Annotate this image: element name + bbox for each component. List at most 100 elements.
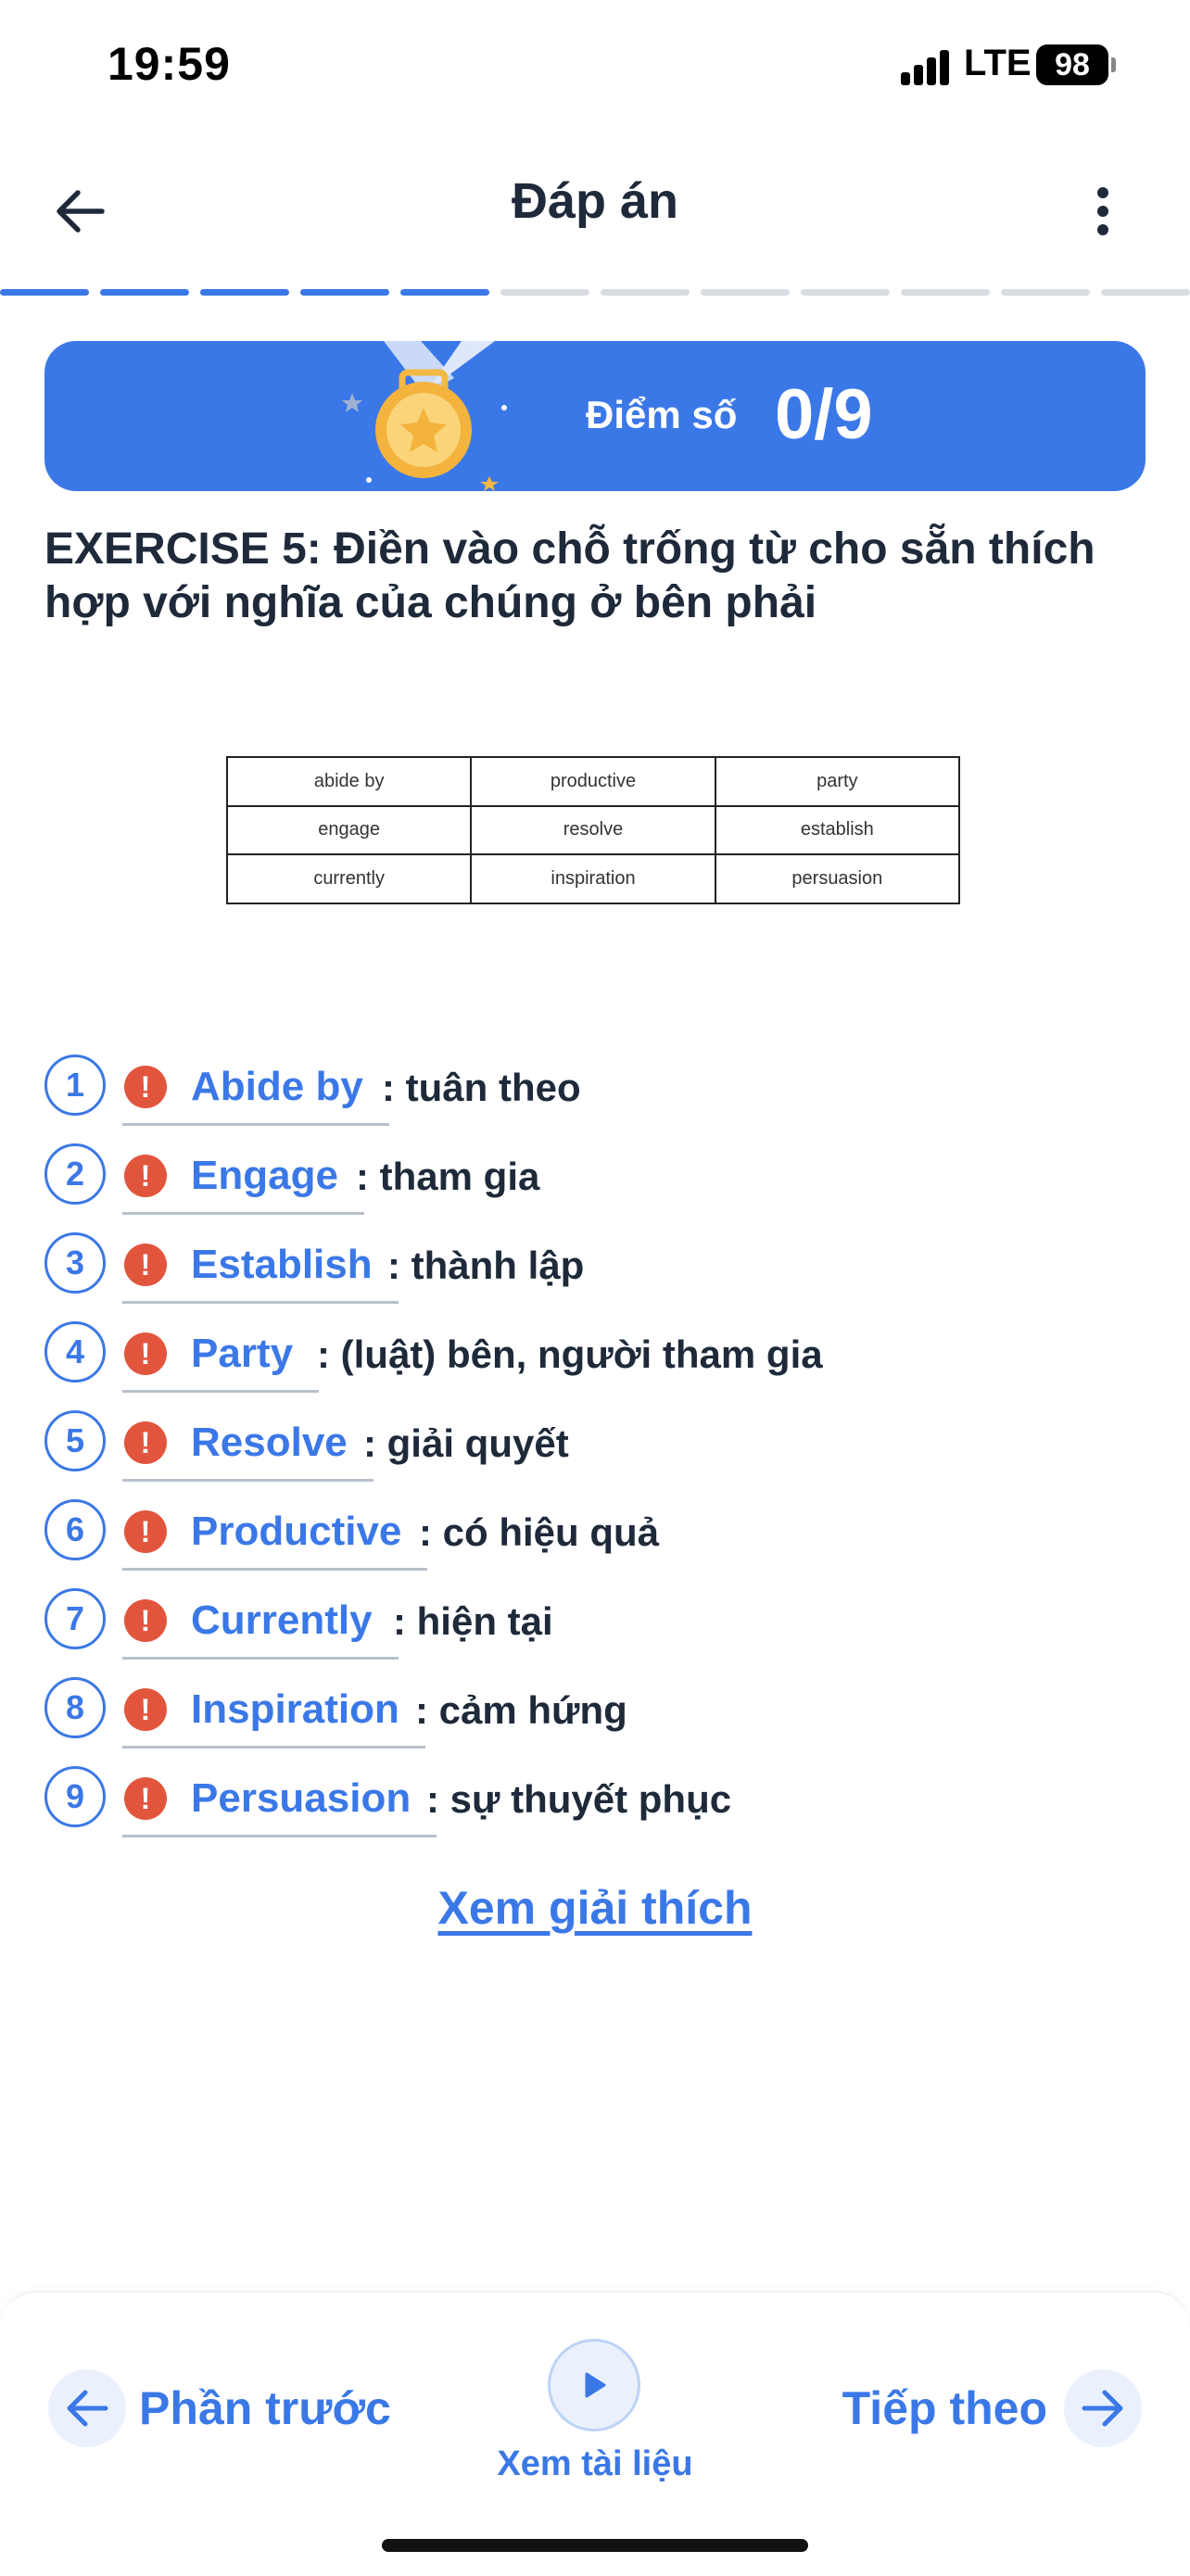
answer-row: 8 ! Inspiration : cảm hứng	[44, 1673, 1157, 1749]
battery-icon: 98	[1036, 44, 1108, 85]
answer-field[interactable]: ! Establish	[122, 1229, 399, 1304]
network-type: LTE	[964, 43, 1032, 83]
word-table: abide by productive party engage resolve…	[225, 756, 961, 904]
answer-meaning: : tuân theo	[382, 1066, 581, 1109]
answer-row: 5 ! Resolve : giải quyết	[44, 1407, 1157, 1482]
answer-word: Productive	[191, 1509, 402, 1554]
progress-segment	[1001, 289, 1090, 296]
question-number: 8	[44, 1677, 106, 1738]
status-time: 19:59	[108, 38, 231, 90]
progress-segment	[400, 289, 489, 296]
exclamation-icon: !	[124, 1599, 167, 1642]
progress-segment	[300, 289, 389, 296]
exclamation-icon: !	[124, 1332, 167, 1375]
answer-meaning: : giải quyết	[363, 1421, 569, 1465]
more-button[interactable]	[1066, 174, 1140, 248]
answer-meaning: : có hiệu quả	[419, 1510, 660, 1554]
answer-field[interactable]: ! Abide by	[122, 1051, 389, 1126]
question-number: 2	[44, 1143, 106, 1205]
battery-tip	[1111, 57, 1116, 72]
question-number: 5	[44, 1410, 106, 1471]
status-bar: 19:59 LTE 98	[0, 0, 1190, 130]
table-cell: inspiration	[470, 853, 716, 904]
question-number: 3	[44, 1232, 106, 1294]
answer-meaning: : sự thuyết phục	[426, 1777, 732, 1821]
answer-field[interactable]: ! Currently	[122, 1585, 399, 1660]
answer-row: 7 ! Currently : hiện tại	[44, 1585, 1157, 1660]
answer-row: 3 ! Establish : thành lập	[44, 1229, 1157, 1304]
arrow-right-icon	[1064, 2369, 1142, 2447]
previous-section-button[interactable]: Phần trước	[48, 2367, 391, 2450]
next-button[interactable]: Tiếp theo	[842, 2367, 1142, 2450]
score-banner: Điểm số 0/9	[44, 341, 1146, 491]
table-row: engage resolve establish	[225, 804, 961, 856]
more-vertical-icon	[1097, 187, 1108, 235]
answer-row: 6 ! Productive : có hiệu quả	[44, 1496, 1157, 1571]
table-cell: resolve	[470, 804, 716, 856]
exclamation-icon: !	[124, 1688, 167, 1731]
previous-label: Phần trước	[139, 2382, 391, 2434]
exclamation-icon: !	[124, 1066, 167, 1108]
answer-word: Engage	[191, 1153, 338, 1198]
answer-meaning: : (luật) bên, người tham gia	[317, 1332, 823, 1376]
progress-segment	[0, 289, 89, 296]
progress-segment	[801, 289, 890, 296]
progress-segment	[500, 289, 589, 296]
play-icon	[548, 2339, 640, 2431]
header: Đáp án	[0, 148, 1190, 269]
answer-meaning: : thành lập	[387, 1244, 585, 1287]
question-number: 9	[44, 1766, 106, 1827]
bottom-nav: Phần trước Xem tài liệu Tiếp theo	[0, 2291, 1190, 2576]
question-number: 7	[44, 1588, 106, 1649]
answer-field[interactable]: ! Engage	[122, 1140, 364, 1215]
progress-segment	[601, 289, 690, 296]
table-cell: persuasion	[714, 853, 961, 904]
answer-word: Currently	[191, 1597, 373, 1643]
table-cell: party	[714, 756, 961, 807]
answer-field[interactable]: ! Party	[122, 1318, 320, 1393]
progress-bar	[0, 289, 1190, 297]
answer-row: 1 ! Abide by : tuân theo	[44, 1051, 1157, 1126]
view-document-button[interactable]: Xem tài liệu	[497, 2339, 693, 2506]
answer-field[interactable]: ! Inspiration	[122, 1673, 425, 1749]
table-row: currently inspiration persuasion	[225, 853, 961, 904]
answer-row: 2 ! Engage : tham gia	[44, 1140, 1157, 1215]
answer-word: Resolve	[191, 1420, 348, 1465]
exercise-title: EXERCISE 5: Điền vào chỗ trống từ cho sẵ…	[44, 524, 1095, 627]
answer-meaning: : hiện tại	[393, 1599, 553, 1643]
answer-word: Establish	[191, 1242, 373, 1287]
question-number: 1	[44, 1054, 106, 1116]
home-indicator	[382, 2539, 808, 2552]
progress-segment	[901, 289, 990, 296]
answer-row: 4 ! Party : (luật) bên, người tham gia	[44, 1318, 1157, 1393]
question-number: 6	[44, 1499, 106, 1560]
answer-word: Inspiration	[191, 1686, 399, 1732]
answer-field[interactable]: ! Productive	[122, 1496, 428, 1571]
answer-row: 9 ! Persuasion : sự thuyết phục	[44, 1762, 1157, 1837]
signal-icon	[901, 48, 956, 85]
page-title: Đáp án	[511, 173, 679, 229]
exclamation-icon: !	[124, 1155, 167, 1197]
score-label: Điểm số	[586, 393, 738, 436]
exclamation-icon: !	[124, 1244, 167, 1286]
table-cell: productive	[470, 756, 716, 807]
table-cell: establish	[714, 804, 961, 856]
answer-meaning: : tham gia	[356, 1155, 540, 1198]
table-cell: abide by	[225, 756, 473, 807]
table-row: abide by productive party	[225, 756, 961, 807]
answer-word: Persuasion	[191, 1775, 411, 1821]
next-label: Tiếp theo	[842, 2382, 1047, 2434]
view-explanation-link[interactable]: Xem giải thích	[0, 1881, 1190, 1935]
medal-icon	[342, 341, 507, 491]
exclamation-icon: !	[124, 1510, 167, 1553]
exclamation-icon: !	[124, 1777, 167, 1820]
answer-field[interactable]: ! Resolve	[122, 1407, 373, 1482]
arrow-left-icon	[48, 2369, 126, 2447]
answer-meaning: : cảm hứng	[415, 1688, 627, 1732]
table-cell: currently	[225, 853, 473, 904]
progress-segment	[1101, 289, 1190, 296]
answer-field[interactable]: ! Persuasion	[122, 1762, 437, 1837]
answer-word: Abide by	[191, 1064, 363, 1109]
progress-segment	[701, 289, 790, 296]
progress-segment	[200, 289, 289, 296]
